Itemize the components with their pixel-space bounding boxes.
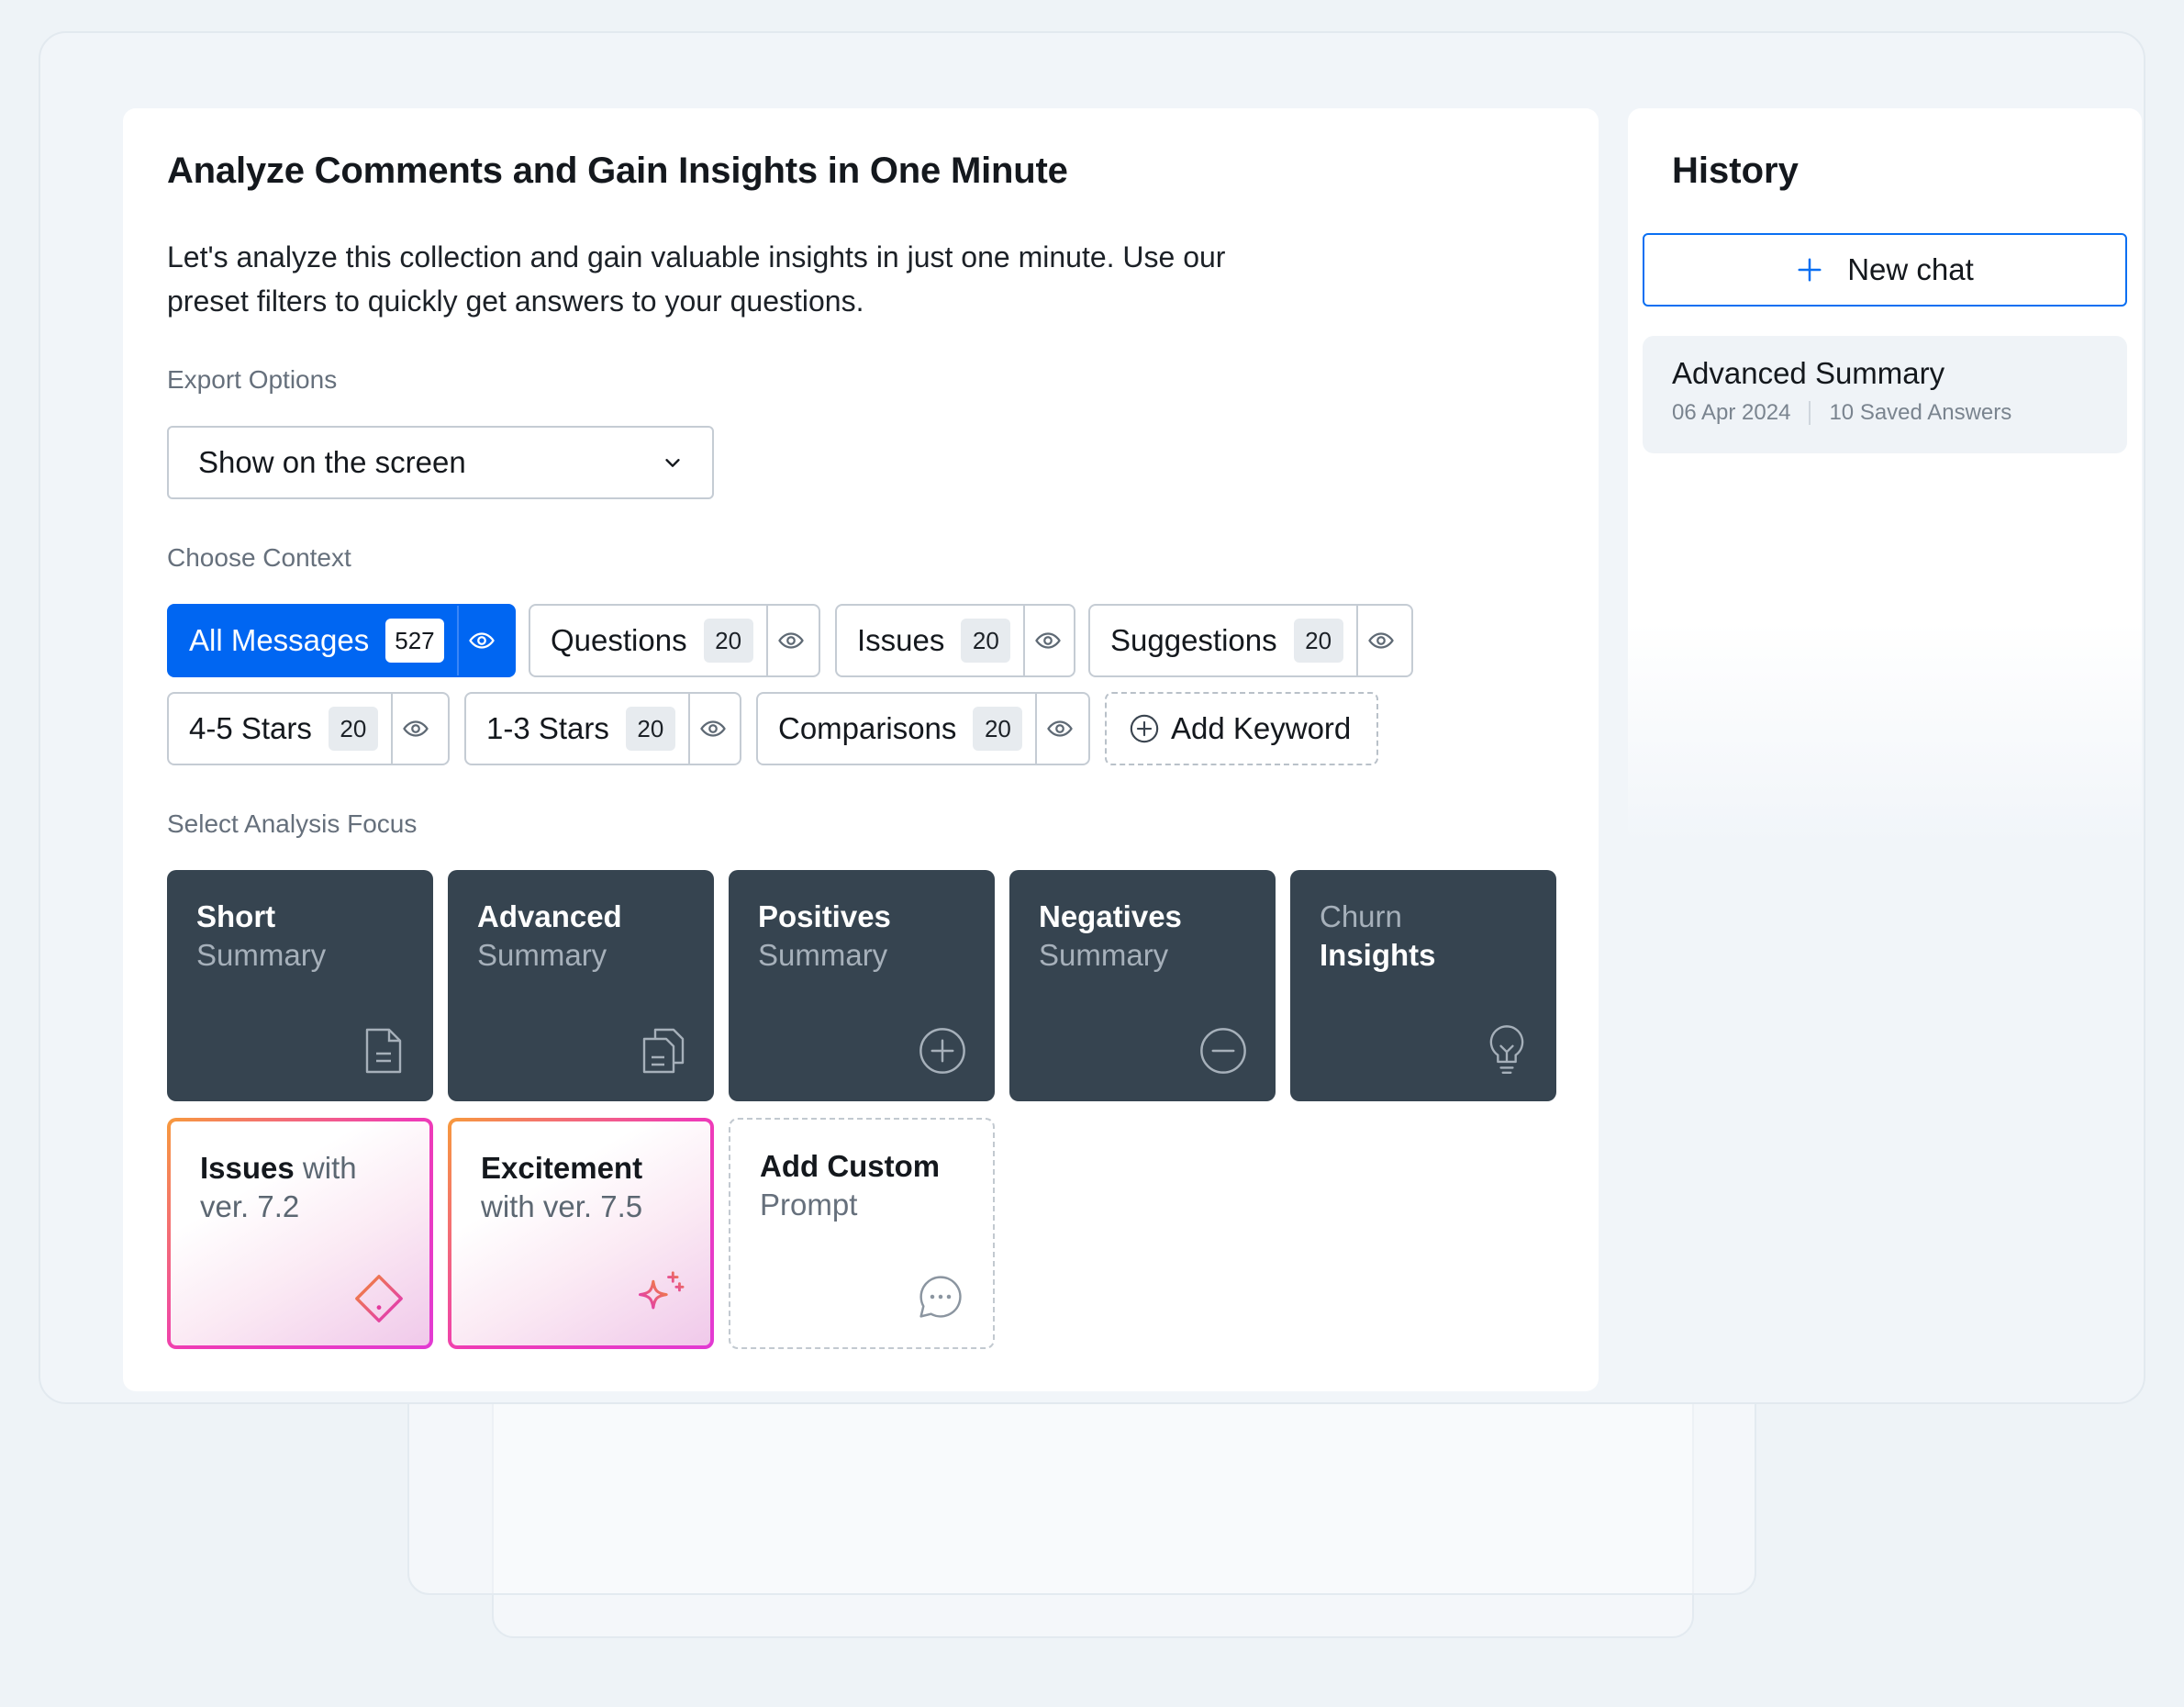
- sparkles-icon: [638, 1271, 685, 1310]
- tile-subtitle: Summary: [758, 938, 888, 972]
- preview-button[interactable]: [390, 694, 439, 764]
- new-chat-label: New chat: [1847, 252, 1974, 286]
- tile-subtitle: Summary: [477, 938, 607, 972]
- chip-label: Issues: [857, 623, 945, 657]
- add-custom-prompt-tile[interactable]: Add Custom Prompt: [729, 1118, 995, 1349]
- page-title: Analyze Comments and Gain Insights in On…: [167, 151, 1068, 191]
- page-description: Let's analyze this collection and gain v…: [167, 240, 1226, 318]
- context-chip-4-5-stars[interactable]: 4-5 Stars 20: [167, 692, 450, 765]
- add-keyword-label: Add Keyword: [1171, 711, 1352, 745]
- tile-subtitle: Summary: [196, 938, 327, 972]
- add-keyword-button[interactable]: Add Keyword: [1105, 692, 1378, 765]
- eye-icon: [1047, 720, 1074, 737]
- eye-icon: [1367, 632, 1394, 649]
- lightbulb-icon: [1489, 1025, 1524, 1074]
- chip-count: 20: [703, 619, 753, 663]
- tile-title: Negatives: [1039, 899, 1182, 933]
- preview-button[interactable]: [1355, 606, 1404, 675]
- history-item-saved-count: 10 Saved Answers: [1829, 400, 2012, 425]
- preview-button[interactable]: [687, 694, 736, 764]
- history-item[interactable]: Advanced Summary 06 Apr 2024 10 Saved An…: [1643, 336, 2127, 453]
- tile-subtitle: Prompt: [760, 1188, 858, 1222]
- chip-label: All Messages: [189, 623, 370, 657]
- focus-tile-positives-summary[interactable]: Positives Summary: [729, 870, 995, 1101]
- chip-count: 20: [973, 707, 1023, 751]
- tile-title: Excitement: [481, 1151, 643, 1185]
- preview-button[interactable]: [765, 606, 814, 675]
- export-options-value: Show on the screen: [198, 445, 466, 479]
- history-item-title: Advanced Summary: [1672, 356, 1945, 390]
- focus-tile-churn-insights[interactable]: Churn Insights: [1290, 870, 1556, 1101]
- preview-button[interactable]: [1023, 606, 1071, 675]
- history-title: History: [1672, 151, 1799, 191]
- tile-title: Positives: [758, 899, 891, 933]
- warning-diamond-icon: [355, 1275, 403, 1322]
- context-chip-all-messages[interactable]: All Messages 527: [167, 604, 516, 677]
- preview-button[interactable]: [1035, 694, 1083, 764]
- context-chip-1-3-stars[interactable]: 1-3 Stars 20: [464, 692, 741, 765]
- analysis-panel: Analyze Comments and Gain Insights in On…: [123, 108, 1599, 1391]
- context-chip-suggestions[interactable]: Suggestions 20: [1088, 604, 1413, 677]
- tile-subtitle: Summary: [1039, 938, 1169, 972]
- export-options-select[interactable]: Show on the screen: [167, 426, 714, 499]
- tile-title: Short: [196, 899, 276, 933]
- chip-label: 1-3 Stars: [486, 711, 609, 745]
- history-item-date: 06 Apr 2024: [1672, 400, 1791, 425]
- tile-title: Advanced: [477, 899, 622, 933]
- plus-icon: [1798, 258, 1822, 282]
- meta-divider: [1809, 401, 1811, 425]
- context-chip-questions[interactable]: Questions 20: [529, 604, 820, 677]
- analysis-focus-label: Select Analysis Focus: [167, 809, 418, 838]
- chip-label: Suggestions: [1110, 623, 1277, 657]
- focus-tile-advanced-summary[interactable]: Advanced Summary: [448, 870, 714, 1101]
- chip-count: 20: [625, 707, 675, 751]
- chip-label: Questions: [551, 623, 687, 657]
- chip-label: 4-5 Stars: [189, 711, 312, 745]
- tile-subtitle: with ver. 7.5: [481, 1189, 643, 1223]
- eye-icon: [1035, 632, 1062, 649]
- focus-tile-short-summary[interactable]: Short Summary: [167, 870, 433, 1101]
- eye-icon: [468, 632, 495, 649]
- preview-button[interactable]: [456, 606, 505, 675]
- eye-icon: [403, 720, 429, 737]
- tile-title: Add Custom: [760, 1149, 941, 1183]
- focus-tile-excitement-with-version[interactable]: Excitement with ver. 7.5: [448, 1118, 714, 1349]
- focus-tile-negatives-summary[interactable]: Negatives Summary: [1009, 870, 1276, 1101]
- eye-icon: [777, 632, 804, 649]
- chip-count: 527: [385, 619, 444, 663]
- plus-circle-icon: [919, 1028, 965, 1074]
- choose-context-label: Choose Context: [167, 543, 351, 572]
- export-options-label: Export Options: [167, 365, 338, 394]
- eye-icon: [700, 720, 726, 737]
- plus-circle-icon: [1130, 714, 1159, 743]
- document-icon: [365, 1028, 402, 1074]
- minus-circle-icon: [1200, 1028, 1246, 1074]
- documents-icon: [642, 1028, 685, 1074]
- tile-title-suffix: with: [294, 1151, 357, 1185]
- chip-count: 20: [328, 707, 378, 751]
- app-window: Analyze Comments and Gain Insights in On…: [39, 31, 2145, 1404]
- focus-tile-issues-with-version[interactable]: Issues with ver. 7.2: [167, 1118, 433, 1349]
- chat-bubble-icon: [919, 1276, 962, 1318]
- chevron-down-icon: [665, 459, 680, 467]
- context-chip-issues[interactable]: Issues 20: [835, 604, 1075, 677]
- tile-subtitle: Churn: [1320, 899, 1402, 933]
- chip-label: Comparisons: [778, 711, 957, 745]
- new-chat-button[interactable]: New chat: [1643, 233, 2127, 307]
- chip-count: 20: [961, 619, 1011, 663]
- history-panel: History New chat Advanced Summary 06 Apr…: [1628, 108, 2142, 842]
- tile-title: Issues: [200, 1151, 295, 1185]
- context-chip-comparisons[interactable]: Comparisons 20: [756, 692, 1090, 765]
- tile-title: Insights: [1320, 938, 1436, 972]
- tile-subtitle: ver. 7.2: [200, 1189, 300, 1223]
- chip-count: 20: [1293, 619, 1343, 663]
